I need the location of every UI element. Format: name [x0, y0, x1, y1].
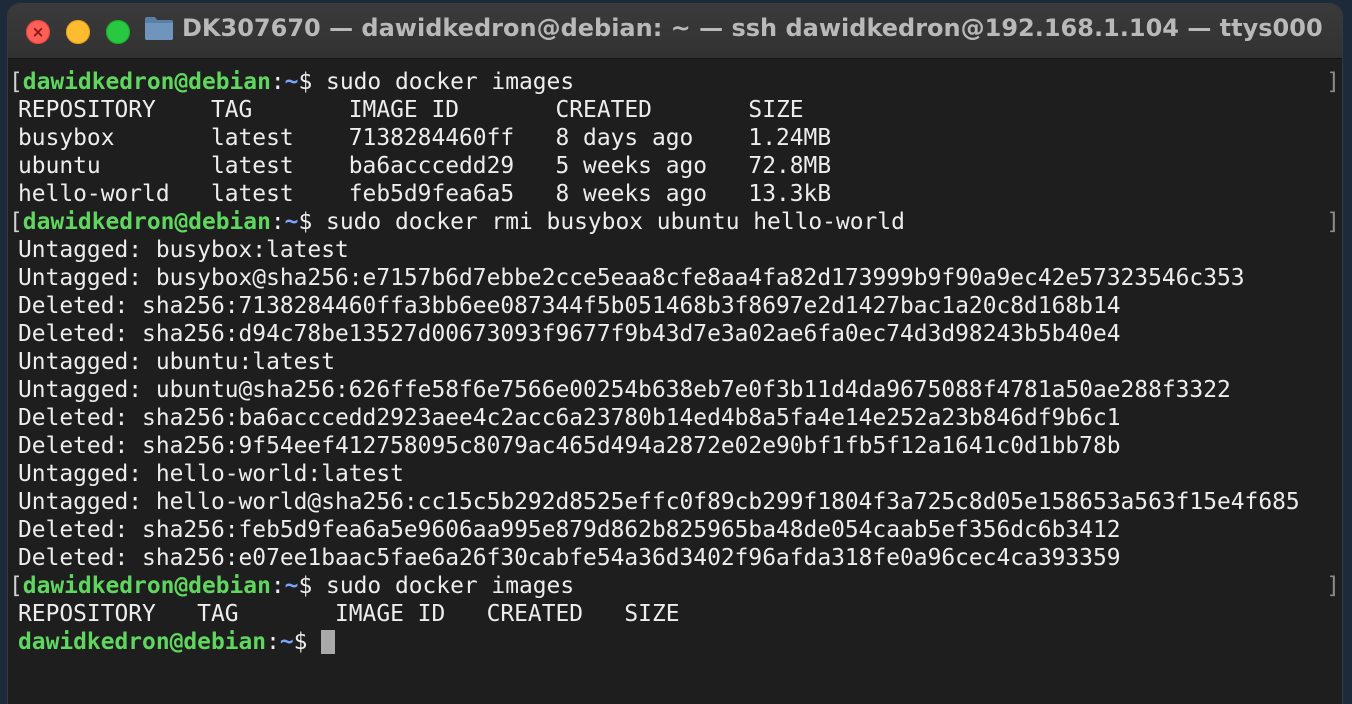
title-bar[interactable]: × DK307670 — dawidkedron@debian: ~ — ssh… [8, 4, 1342, 59]
mark-bracket-left: [ [9, 573, 23, 599]
output-text: Untagged: ubuntu:latest [18, 349, 335, 375]
prompt-path: ~ [279, 629, 294, 655]
output-line: Untagged: hello-world@sha256:cc15c5b292d… [18, 488, 1342, 516]
output-text: ubuntu latest ba6acccedd29 5 weeks ago 7… [18, 153, 832, 179]
prompt-user: dawidkedron@debian [22, 209, 271, 235]
output-line: REPOSITORY TAG IMAGE ID CREATED SIZE [18, 600, 1342, 628]
prompt-symbol: $ [298, 209, 313, 235]
prompt-user: dawidkedron@debian [22, 69, 271, 95]
mark-bracket-left: [ [9, 209, 23, 235]
terminal-window[interactable]: × DK307670 — dawidkedron@debian: ~ — ssh… [8, 4, 1342, 704]
command-line: [dawidkedron@debian:~$ sudo docker image… [9, 68, 1342, 96]
output-text: Deleted: sha256:d94c78be13527d00673093f9… [18, 321, 1121, 347]
prompt-user: dawidkedron@debian [22, 573, 271, 599]
prompt-path: ~ [284, 69, 299, 95]
output-line: Deleted: sha256:feb5d9fea6a5e9606aa995e8… [18, 516, 1342, 544]
output-text: REPOSITORY TAG IMAGE ID CREATED SIZE [18, 97, 804, 123]
prompt-line: dawidkedron@debian:~$ [18, 628, 1342, 656]
output-line: Deleted: sha256:ba6acccedd2923aee4c2acc6… [18, 404, 1342, 432]
prompt-separator: : [270, 69, 285, 95]
output-text: Untagged: busybox@sha256:e7157b6d7ebbe2c… [18, 265, 1245, 291]
command-line: [dawidkedron@debian:~$ sudo docker image… [9, 572, 1342, 600]
output-text: REPOSITORY TAG IMAGE ID CREATED SIZE [18, 601, 680, 627]
output-text: Untagged: hello-world:latest [18, 461, 404, 487]
output-text: busybox latest 7138284460ff 8 days ago 1… [18, 125, 832, 151]
folder-icon [144, 15, 174, 41]
mark-bracket-right: ] [1326, 69, 1340, 95]
output-line: REPOSITORY TAG IMAGE ID CREATED SIZE [18, 96, 1342, 124]
prompt-user: dawidkedron@debian [18, 629, 267, 655]
prompt-separator: : [270, 209, 285, 235]
output-line: hello-world latest feb5d9fea6a5 8 weeks … [18, 180, 1342, 208]
prompt-symbol: $ [298, 69, 313, 95]
output-line: Deleted: sha256:9f54eef412758095c8079ac4… [18, 432, 1342, 460]
output-text: Deleted: sha256:9f54eef412758095c8079ac4… [18, 433, 1121, 459]
prompt-symbol: $ [298, 573, 313, 599]
mark-bracket-left: [ [9, 69, 23, 95]
output-text: Untagged: ubuntu@sha256:626ffe58f6e7566e… [18, 377, 1231, 403]
mark-bracket-right: ] [1326, 209, 1340, 235]
output-line: Untagged: ubuntu:latest [18, 348, 1342, 376]
mark-bracket-right: ] [1326, 573, 1340, 599]
output-text: Deleted: sha256:7138284460ffa3bb6ee08734… [18, 293, 1121, 319]
prompt-separator: : [270, 573, 285, 599]
output-text: Untagged: busybox:latest [18, 237, 349, 263]
zoom-button[interactable] [106, 20, 130, 44]
output-line: Untagged: busybox:latest [18, 236, 1342, 264]
window-controls: × [26, 20, 130, 44]
prompt-path: ~ [284, 573, 299, 599]
output-line: busybox latest 7138284460ff 8 days ago 1… [18, 124, 1342, 152]
prompt-path: ~ [284, 209, 299, 235]
output-line: ubuntu latest ba6acccedd29 5 weeks ago 7… [18, 152, 1342, 180]
output-text: Deleted: sha256:ba6acccedd2923aee4c2acc6… [18, 405, 1121, 431]
minimize-button[interactable] [66, 20, 90, 44]
output-text: hello-world latest feb5d9fea6a5 8 weeks … [18, 181, 832, 207]
command-text: sudo docker rmi busybox ubuntu hello-wor… [312, 209, 905, 235]
text-cursor[interactable] [321, 630, 336, 654]
output-text: Deleted: sha256:e07ee1baac5fae6a26f30cab… [18, 545, 1121, 571]
prompt-separator: : [266, 629, 280, 655]
command-text: sudo docker images [312, 69, 575, 95]
output-text: Untagged: hello-world@sha256:cc15c5b292d… [18, 489, 1300, 515]
output-line: Untagged: hello-world:latest [18, 460, 1342, 488]
prompt-symbol: $ [293, 629, 308, 655]
output-line: Deleted: sha256:e07ee1baac5fae6a26f30cab… [18, 544, 1342, 572]
output-line: Deleted: sha256:d94c78be13527d00673093f9… [18, 320, 1342, 348]
output-line: Untagged: ubuntu@sha256:626ffe58f6e7566e… [18, 376, 1342, 404]
command-text: sudo docker images [312, 573, 575, 599]
window-title-group: DK307670 — dawidkedron@debian: ~ — ssh d… [144, 14, 1323, 42]
output-text: Deleted: sha256:feb5d9fea6a5e9606aa995e8… [18, 517, 1121, 543]
output-line: Untagged: busybox@sha256:e7157b6d7ebbe2c… [18, 264, 1342, 292]
command-line: [dawidkedron@debian:~$ sudo docker rmi b… [9, 208, 1342, 236]
window-title: DK307670 — dawidkedron@debian: ~ — ssh d… [182, 14, 1323, 42]
output-line: Deleted: sha256:7138284460ffa3bb6ee08734… [18, 292, 1342, 320]
close-button[interactable]: × [26, 20, 50, 44]
terminal-output[interactable]: [dawidkedron@debian:~$ sudo docker image… [8, 59, 1342, 656]
